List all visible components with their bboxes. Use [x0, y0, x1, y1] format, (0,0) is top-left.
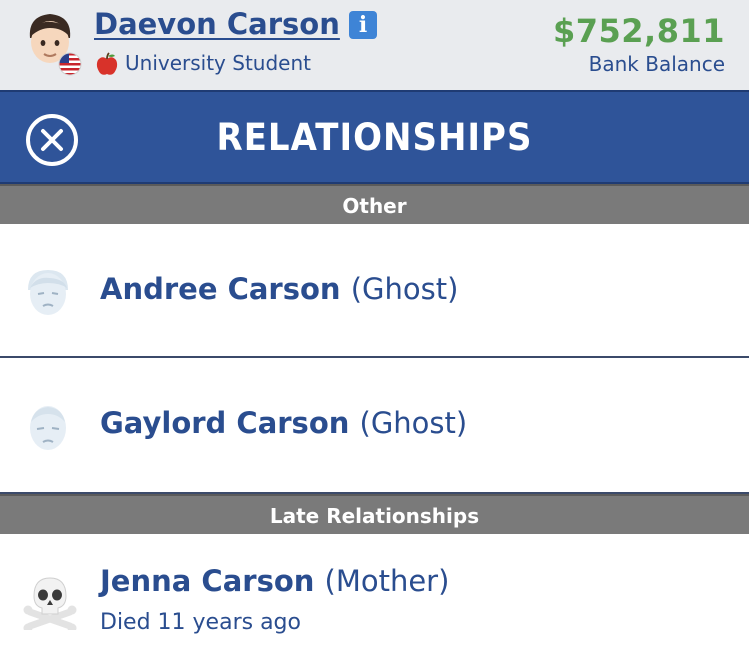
section-header-late-relationships: Late Relationships [0, 494, 749, 534]
profile-header: Daevon Carson i University Student $752,… [0, 0, 749, 90]
page-title: RELATIONSHIPS [216, 116, 533, 160]
relationship-row[interactable]: Andree Carson (Ghost) [0, 224, 749, 358]
late-relationship-row[interactable]: Jenna Carson (Mother) Died 11 years ago [0, 534, 749, 666]
ghost-face-icon [28, 270, 68, 315]
page-title-bar: RELATIONSHIPS [0, 90, 749, 184]
relationship-row[interactable]: Gaylord Carson (Ghost) [0, 358, 749, 494]
relationship-name: Gaylord Carson (Ghost) [100, 406, 468, 440]
bank-balance-value: $752,811 [552, 12, 725, 50]
occupation-label: University Student [125, 51, 311, 75]
us-flag-icon [58, 52, 82, 76]
relationship-type: (Mother) [324, 564, 450, 598]
bank-balance-label: Bank Balance [588, 52, 725, 76]
relationship-name: Jenna Carson (Mother) [100, 564, 450, 598]
player-name-link[interactable]: Daevon Carson [94, 7, 340, 41]
ghost-face-icon [30, 406, 66, 450]
relationship-type: (Ghost) [350, 272, 459, 306]
relationship-death-detail: Died 11 years ago [100, 610, 301, 635]
relationship-name: Andree Carson (Ghost) [100, 272, 459, 306]
section-header-other: Other [0, 184, 749, 224]
apple-icon [96, 52, 118, 75]
skull-crossbones-icon [23, 577, 77, 630]
relationship-type: (Ghost) [359, 406, 468, 440]
info-icon[interactable]: i [349, 11, 377, 39]
